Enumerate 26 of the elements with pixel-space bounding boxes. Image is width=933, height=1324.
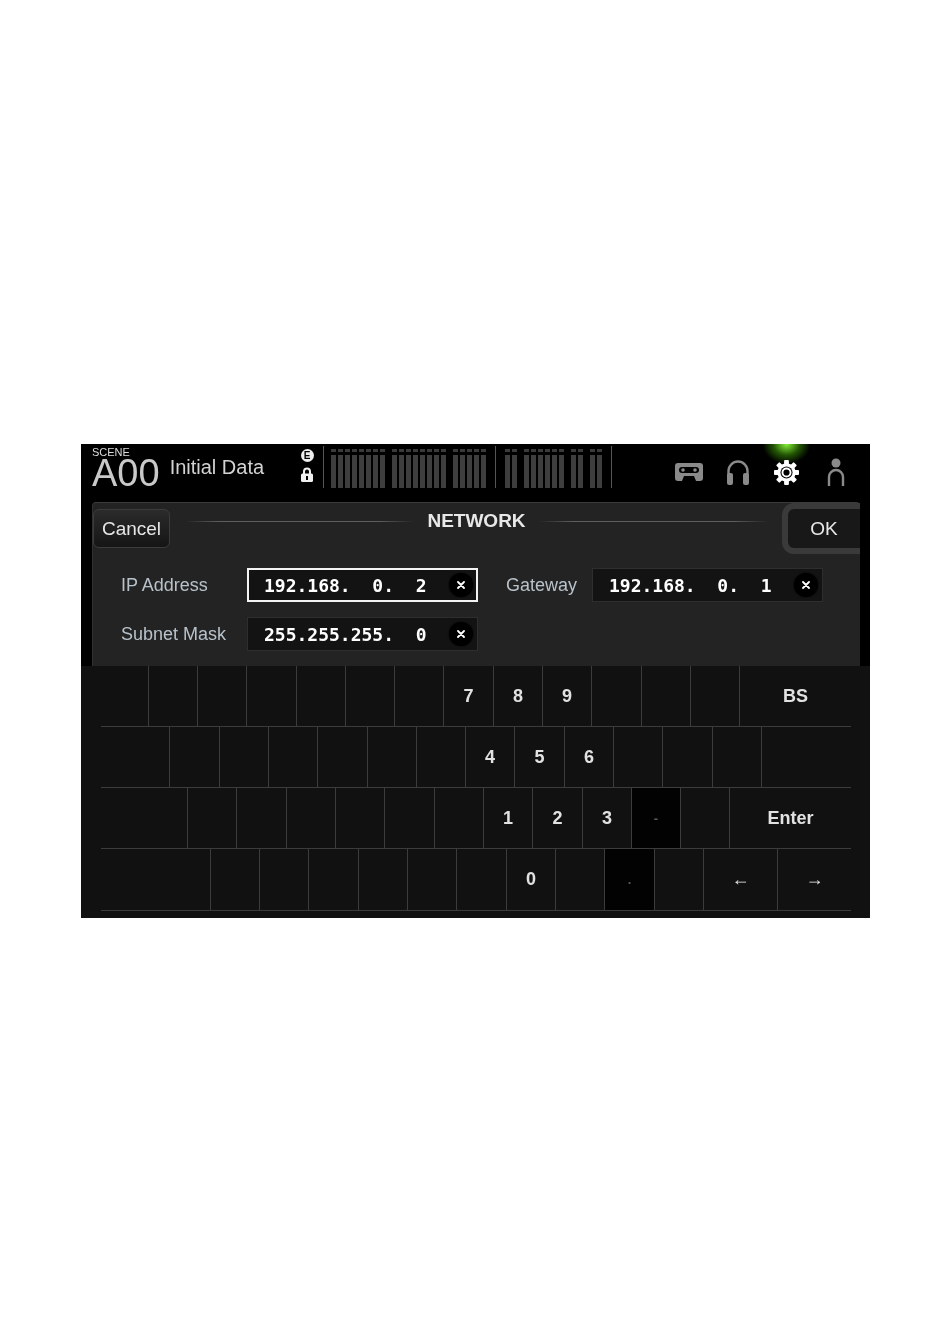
input-field[interactable]: 255.255.255. 0 (247, 617, 478, 651)
close-icon (457, 581, 465, 589)
cassette-icon (674, 463, 703, 481)
field-value: 192.168. 0. 2 (264, 574, 428, 596)
scene-name: Initial Data (169, 455, 265, 478)
person-icon (826, 458, 845, 486)
field-label: Gateway (506, 574, 579, 596)
settings-icon (774, 459, 799, 485)
scene-caption: SCENE (92, 447, 131, 457)
clear-button[interactable] (449, 622, 473, 646)
dialog-title: NETWORK (427, 509, 526, 532)
ok-button[interactable]: OK (782, 503, 860, 554)
clear-button[interactable] (794, 573, 818, 597)
input-field[interactable]: 192.168. 0. 1 (592, 568, 823, 602)
cancel-button[interactable]: Cancel (93, 509, 170, 548)
field-value: 255.255.255. 0 (264, 623, 428, 645)
headphones-icon (725, 459, 750, 485)
close-icon (457, 630, 465, 638)
input-field[interactable]: 192.168. 0. 2 (247, 568, 478, 602)
field-label: Subnet Mask (121, 623, 228, 645)
status-badge: E (300, 449, 314, 462)
close-icon (802, 581, 810, 589)
field-label: IP Address (121, 574, 209, 596)
field-value: 192.168. 0. 1 (609, 574, 773, 596)
scene-number: A00 (92, 457, 160, 490)
clear-button[interactable] (449, 573, 473, 597)
